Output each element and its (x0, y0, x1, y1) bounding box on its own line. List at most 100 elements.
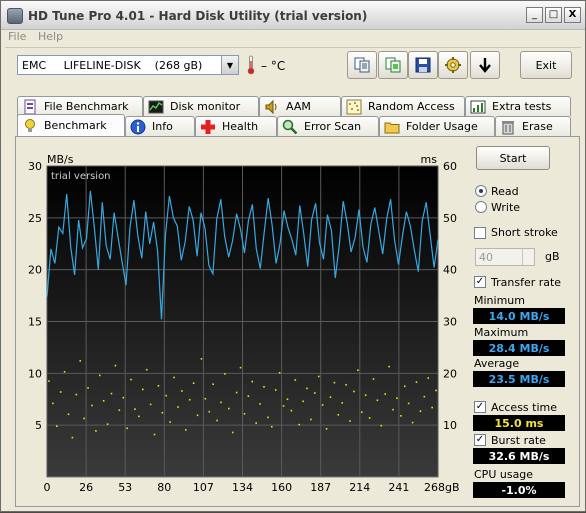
y-left-tick-label: 20 (28, 264, 42, 277)
short-stroke-label: Short stroke (491, 226, 558, 239)
access-time-point (403, 385, 406, 388)
access-time-point (317, 375, 320, 378)
access-time-point (192, 382, 195, 384)
access-time-point (321, 404, 324, 406)
x-tick-label: 214 (349, 481, 370, 494)
short-stroke-checkbox[interactable] (474, 227, 486, 239)
access-time-point (392, 408, 394, 411)
y-right-tick-label: 60 (443, 160, 457, 173)
read-radio[interactable] (475, 185, 487, 197)
burst-rate-checkbox[interactable]: ✓ (474, 434, 486, 446)
access-time-point (298, 423, 300, 426)
average-value: 23.5 MB/s (473, 371, 565, 387)
burst-rate-label: Burst rate (491, 434, 546, 447)
access-time-point (396, 397, 398, 400)
access-time-point (290, 409, 293, 412)
access-time-point (208, 410, 211, 413)
access-time-point (83, 417, 85, 420)
short-stroke-unit: gB (545, 250, 560, 263)
access-time-point (216, 419, 218, 422)
access-time-point (95, 430, 97, 432)
x-tick-label: 107 (193, 481, 214, 494)
access-time-point (149, 403, 152, 406)
access-time-point (329, 396, 332, 398)
access-time-point (52, 402, 54, 405)
access-time-point (110, 392, 113, 395)
access-time-point (247, 395, 250, 397)
access-time-point (364, 394, 367, 396)
access-time-point (212, 383, 214, 386)
short-stroke-field[interactable]: 40 (475, 248, 535, 266)
access-time-point (267, 416, 269, 419)
access-time-point (169, 421, 171, 423)
read-label: Read (491, 185, 519, 198)
access-time-point (337, 414, 340, 416)
access-time-point (302, 400, 304, 403)
access-time-point (400, 415, 402, 417)
access-time-point (259, 403, 261, 405)
tab-label: Benchmark (44, 119, 107, 132)
access-time-point (204, 397, 207, 400)
access-time-point (87, 387, 89, 389)
access-time-point (48, 380, 50, 382)
access-time-point (251, 380, 254, 383)
access-time-point (357, 369, 359, 372)
access-time-point (98, 374, 101, 377)
access-time-point (431, 406, 433, 409)
access-time-point (63, 370, 66, 373)
access-time-point (228, 407, 230, 410)
access-time-point (224, 373, 226, 375)
access-time-point (286, 398, 289, 401)
x-tick-label: 53 (118, 481, 132, 494)
average-label: Average (474, 357, 520, 370)
access-time-point (380, 424, 383, 427)
write-radio[interactable] (475, 201, 487, 213)
burst-rate-value: 32.6 MB/s (473, 448, 565, 464)
access-time-point (349, 420, 351, 422)
access-time-point (173, 376, 175, 379)
access-time-point (130, 378, 132, 381)
y-left-tick-label: 5 (35, 419, 42, 432)
y-right-tick-label: 10 (443, 419, 457, 432)
access-time-point (388, 365, 390, 368)
y-left-axis-label: MB/s (47, 153, 74, 166)
transfer-rate-checkbox[interactable]: ✓ (474, 276, 486, 288)
short-stroke-value: 40 (479, 251, 493, 264)
x-tick-label: 80 (157, 481, 171, 494)
lightbulb-icon (25, 118, 35, 132)
x-tick-label: 134 (232, 481, 253, 494)
access-time-point (157, 384, 160, 387)
y-right-tick-label: 20 (443, 367, 457, 380)
access-time-checkbox[interactable]: ✓ (474, 401, 486, 413)
short-stroke-spinner[interactable] (522, 249, 534, 265)
tab-benchmark[interactable]: Benchmark (17, 114, 125, 136)
access-time-point (122, 396, 125, 399)
access-time-point (161, 411, 164, 414)
access-time-point (411, 421, 414, 424)
x-tick-label: 241 (388, 481, 409, 494)
access-time-point (376, 399, 379, 402)
access-time-point (243, 412, 246, 415)
x-tick-label: 26 (79, 481, 93, 494)
access-time-point (91, 404, 93, 407)
x-tick-label: 268gB (424, 481, 460, 494)
y-right-tick-label: 40 (443, 264, 457, 277)
access-time-point (220, 401, 222, 404)
access-time-point (138, 415, 140, 418)
access-time-point (235, 391, 238, 394)
access-time-point (188, 398, 191, 401)
cpu-usage-value: -1.0% (473, 482, 565, 498)
access-time-point (306, 387, 308, 390)
access-time-point (263, 386, 265, 388)
start-button[interactable]: Start (476, 146, 550, 170)
x-tick-label: 0 (44, 481, 51, 494)
access-time-point (71, 436, 74, 439)
y-left-tick-label: 25 (28, 212, 42, 225)
access-time-point (345, 383, 347, 386)
minimum-value: 14.0 MB/s (473, 308, 565, 324)
access-time-point (353, 390, 355, 393)
y-right-tick-label: 30 (443, 316, 457, 329)
access-time-point (427, 377, 430, 379)
access-time-label: Access time (491, 401, 558, 414)
access-time-point (372, 378, 375, 380)
